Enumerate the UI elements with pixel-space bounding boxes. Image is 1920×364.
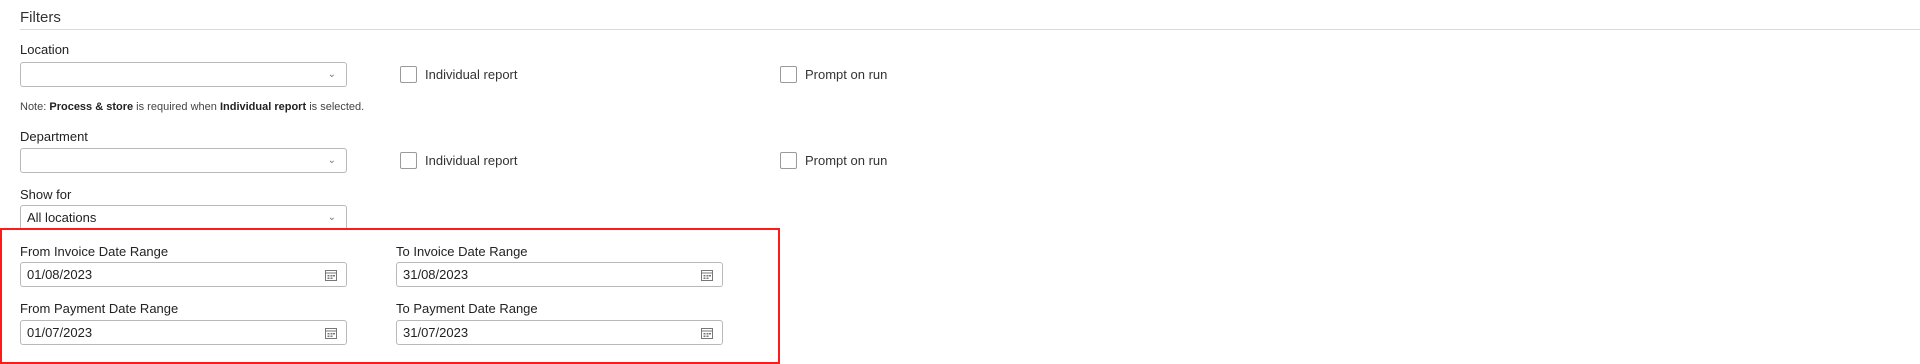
chevron-down-icon: ⌄ (327, 155, 336, 166)
from-payment-date-label: From Payment Date Range (20, 301, 179, 316)
filters-title: Filters (20, 9, 61, 26)
location-individual-report-checkbox[interactable] (400, 66, 417, 83)
location-prompt-on-run-label: Prompt on run (805, 67, 888, 82)
calendar-icon[interactable] (701, 269, 713, 281)
note-middle: is required when (133, 101, 220, 113)
filters-divider (20, 29, 1920, 30)
department-label: Department (20, 129, 88, 144)
calendar-icon[interactable] (325, 269, 337, 281)
department-individual-report-checkbox[interactable] (400, 152, 417, 169)
note-process-store: Process & store (49, 101, 134, 113)
calendar-icon[interactable] (325, 327, 337, 339)
from-invoice-date-value: 01/08/2023 (27, 267, 93, 282)
to-payment-date-input[interactable]: 31/07/2023 (396, 320, 723, 345)
department-prompt-on-run-checkbox[interactable] (780, 152, 797, 169)
from-payment-date-input[interactable]: 01/07/2023 (20, 320, 347, 345)
location-prompt-on-run-checkbox[interactable] (780, 66, 797, 83)
location-label: Location (20, 42, 70, 57)
note-suffix: is selected. (306, 101, 365, 113)
from-invoice-date-label: From Invoice Date Range (20, 244, 169, 259)
from-invoice-date-input[interactable]: 01/08/2023 (20, 262, 347, 287)
show-for-select[interactable]: All locations ⌄ (20, 205, 347, 230)
note-individual-report: Individual report (219, 101, 307, 113)
note-prefix: Note: (20, 101, 50, 113)
to-payment-date-value: 31/07/2023 (403, 325, 469, 340)
chevron-down-icon: ⌄ (327, 69, 336, 80)
calendar-icon[interactable] (701, 327, 713, 339)
individual-report-note: Note: Process & store is required when I… (20, 101, 364, 113)
show-for-select-value: All locations (27, 210, 97, 225)
department-individual-report-label: Individual report (425, 153, 518, 168)
location-select[interactable]: ⌄ (20, 62, 347, 87)
location-individual-report-label: Individual report (425, 67, 518, 82)
to-invoice-date-value: 31/08/2023 (403, 267, 469, 282)
department-prompt-on-run-label: Prompt on run (805, 153, 888, 168)
from-payment-date-value: 01/07/2023 (27, 325, 93, 340)
to-invoice-date-label: To Invoice Date Range (396, 244, 528, 259)
department-select[interactable]: ⌄ (20, 148, 347, 173)
to-invoice-date-input[interactable]: 31/08/2023 (396, 262, 723, 287)
show-for-label: Show for (20, 187, 72, 202)
to-payment-date-label: To Payment Date Range (396, 301, 538, 316)
chevron-down-icon: ⌄ (327, 212, 336, 223)
